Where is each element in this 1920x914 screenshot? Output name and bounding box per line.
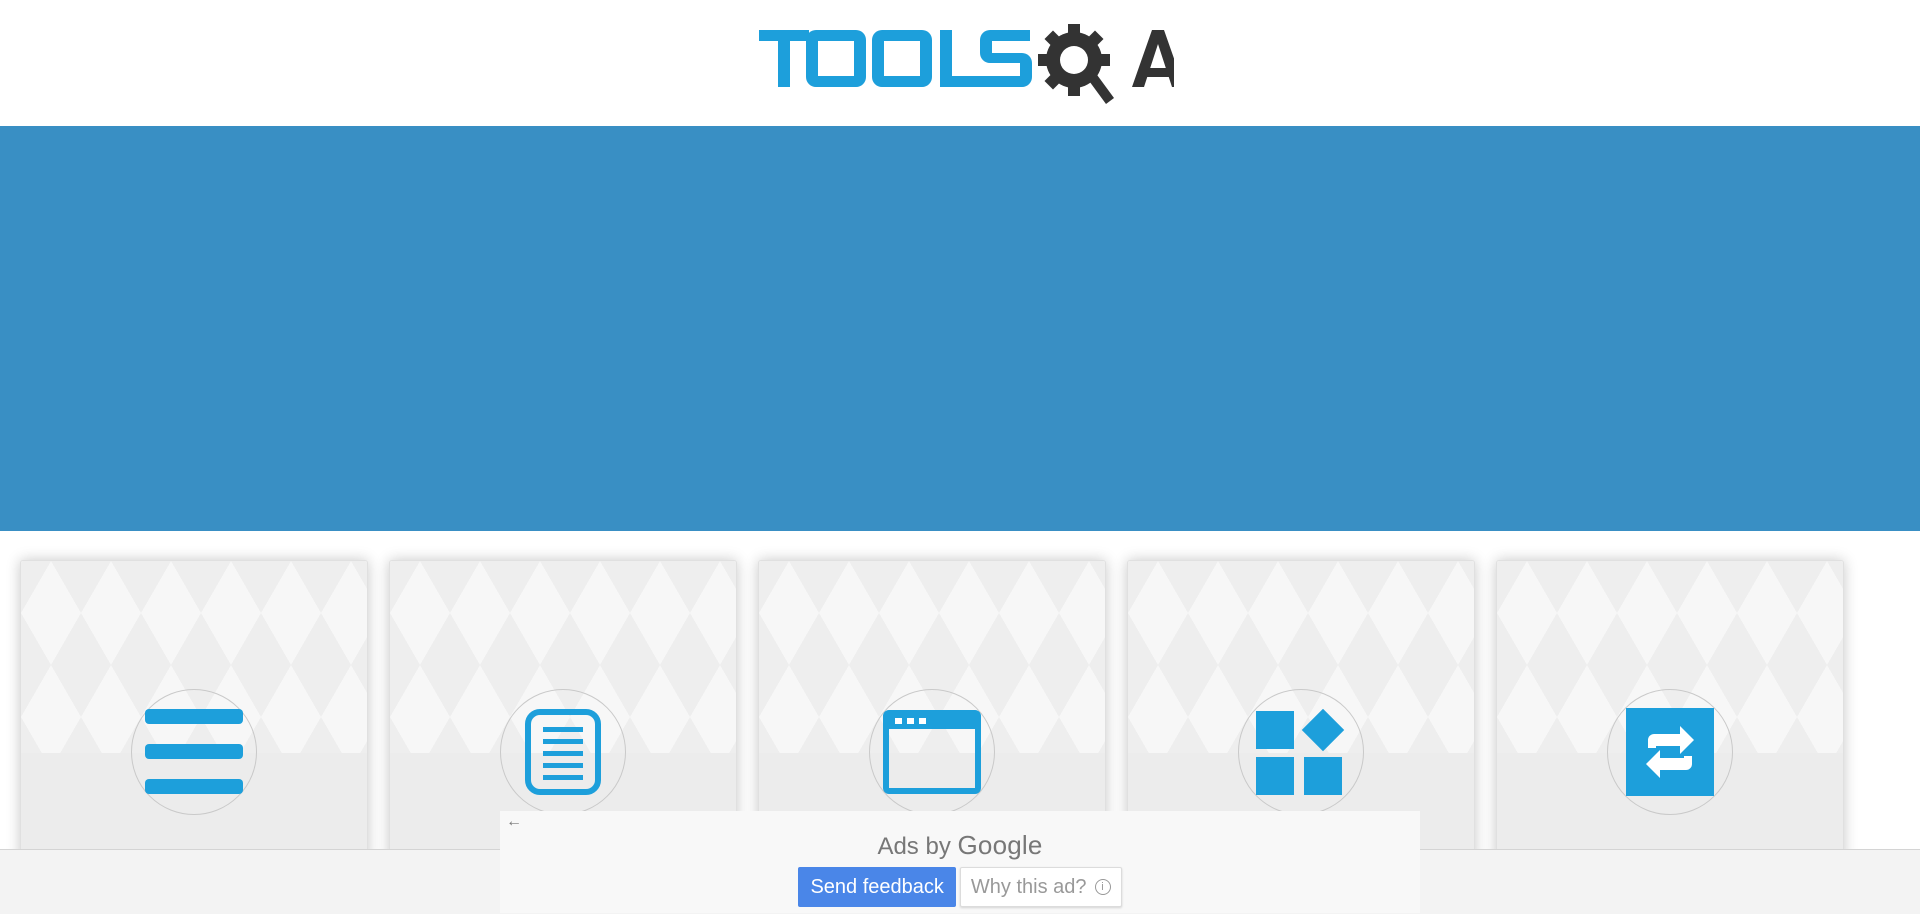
card-avatar [1607,689,1733,815]
category-card-5[interactable] [1496,560,1844,862]
document-form-icon [525,709,601,795]
why-this-ad-button[interactable]: Why this ad? i [959,867,1122,907]
browser-window-icon [883,710,981,794]
card-avatar [131,689,257,815]
google-wordmark: Google [957,830,1043,860]
toolsqa-logo[interactable] [754,18,1174,118]
back-arrow-icon[interactable]: ← [506,813,522,831]
site-header [0,0,1920,126]
ads-by-google-label: Ads by Google [500,830,1420,861]
hamburger-list-icon [145,709,243,794]
category-cards [0,560,1920,862]
ads-by-text: Ads by [877,833,951,860]
why-this-ad-label: Why this ad? [970,875,1087,898]
send-feedback-button[interactable]: Send feedback [798,867,956,907]
category-card-1[interactable] [20,560,368,862]
info-icon: i [1094,879,1111,895]
ad-button-row: Send feedback Why this ad? i [500,867,1420,907]
card-avatar [869,689,995,815]
interactions-arrows-icon [1626,708,1714,796]
hero-banner [0,126,1920,531]
widgets-shapes-icon [1256,709,1345,795]
card-avatar [1238,689,1364,815]
card-avatar [500,689,626,815]
google-ad-panel: ← Ads by Google Send feedback Why this a… [500,811,1420,913]
